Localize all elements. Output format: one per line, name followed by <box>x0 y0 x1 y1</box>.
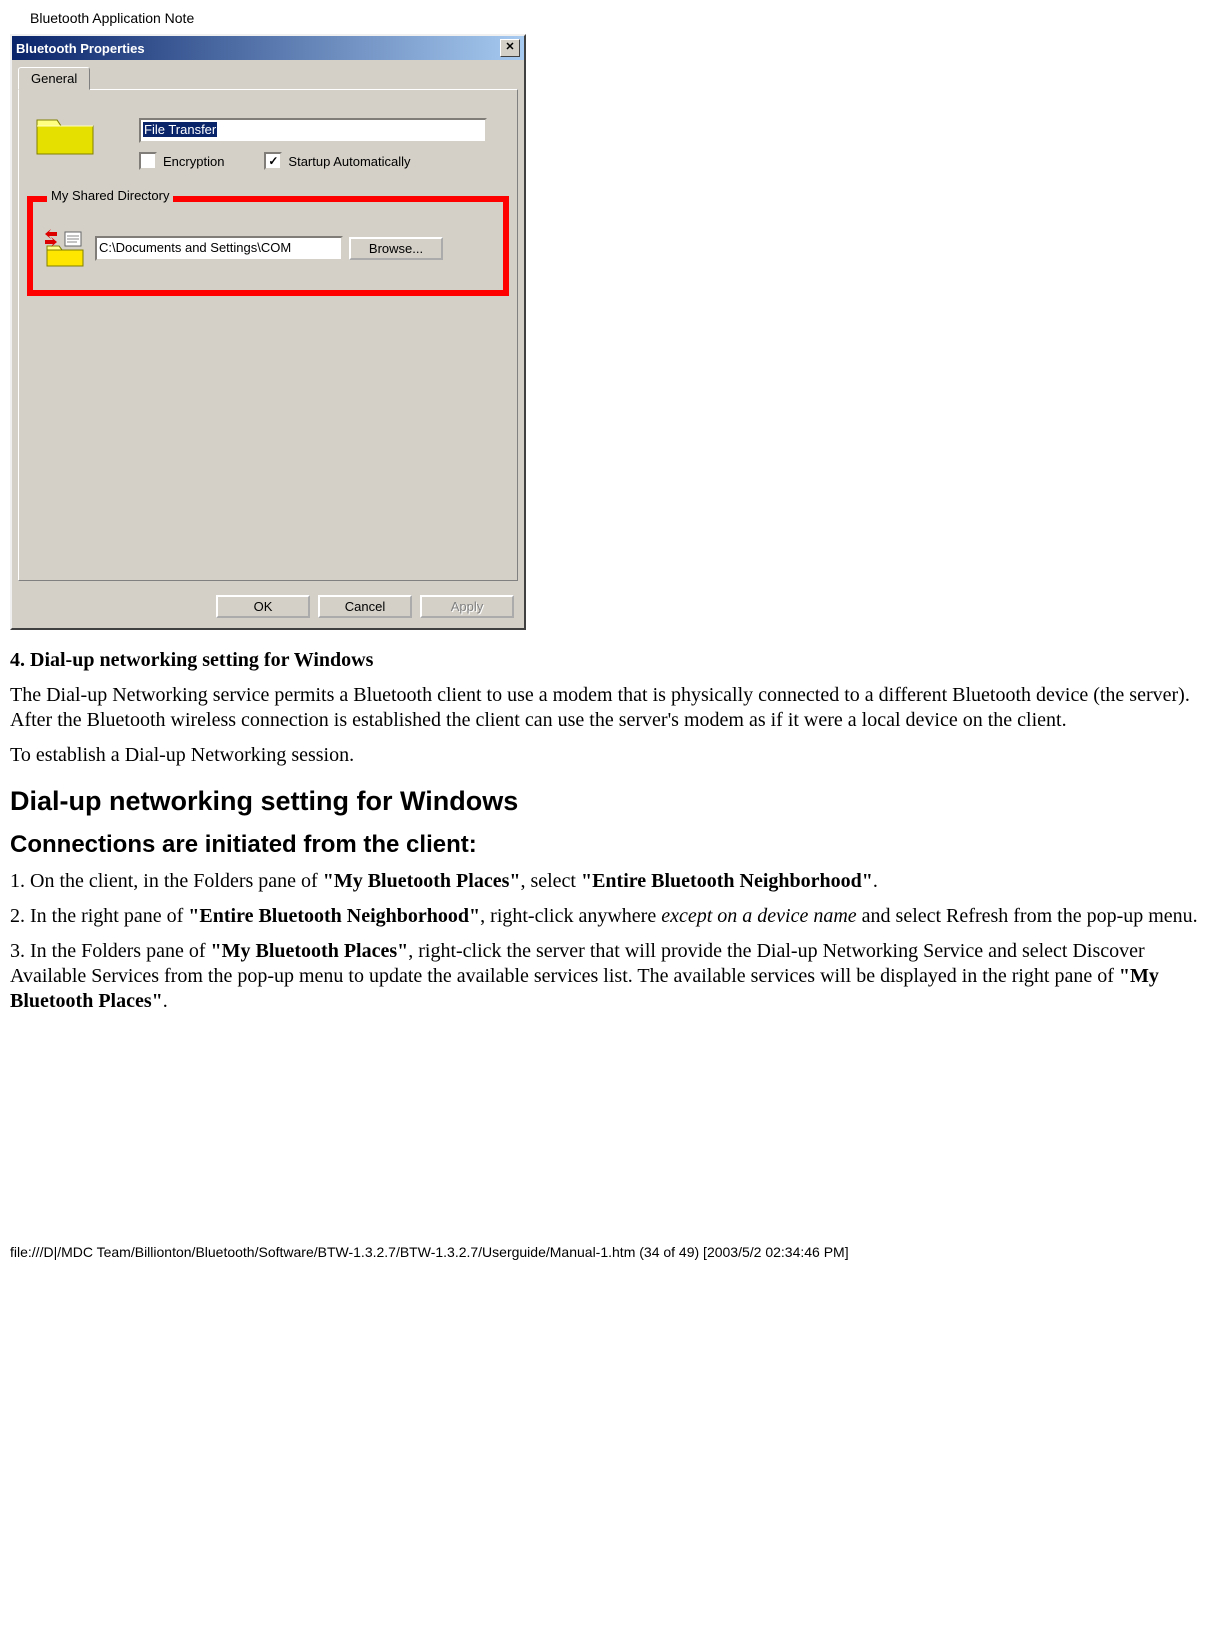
heading-h3: Connections are initiated from the clien… <box>10 831 1217 859</box>
dialog-title: Bluetooth Properties <box>16 41 145 56</box>
step-2: 2. In the right pane of "Entire Bluetoot… <box>10 904 1217 929</box>
checkbox-icon <box>139 152 157 170</box>
startup-checkbox[interactable]: ✓ Startup Automatically <box>264 152 410 170</box>
bluetooth-properties-dialog: Bluetooth Properties ✕ General File Tran… <box>10 34 526 630</box>
service-name-input[interactable]: File Transfer <box>139 118 487 143</box>
encryption-checkbox[interactable]: Encryption <box>139 152 224 170</box>
paragraph: To establish a Dial-up Networking sessio… <box>10 743 1217 768</box>
section-heading: 4. Dial-up networking setting for Window… <box>10 649 373 671</box>
step-3: 3. In the Folders pane of "My Bluetooth … <box>10 939 1217 1014</box>
folder-icon <box>35 110 97 156</box>
tab-strip: General <box>12 60 524 89</box>
heading-h2: Dial-up networking setting for Windows <box>10 786 1217 817</box>
text: 3. In the Folders pane of <box>10 940 211 962</box>
paragraph: The Dial-up Networking service permits a… <box>10 683 1217 733</box>
shared-folder-icon <box>43 228 89 268</box>
fieldset-legend: My Shared Directory <box>47 188 173 203</box>
text: 2. In the right pane of <box>10 905 188 927</box>
checkbox-row: Encryption ✓ Startup Automatically <box>139 152 411 170</box>
text: . <box>163 990 168 1012</box>
page-header: Bluetooth Application Note <box>30 10 1217 26</box>
footer-file-path: file:///D|/MDC Team/Billionton/Bluetooth… <box>10 1244 1217 1260</box>
checkbox-icon: ✓ <box>264 152 282 170</box>
encryption-label: Encryption <box>163 154 224 169</box>
tab-panel-general: File Transfer Encryption ✓ Startup Autom… <box>18 89 518 581</box>
startup-label: Startup Automatically <box>288 154 410 169</box>
italic: except on a device name <box>661 905 856 927</box>
step-1: 1. On the client, in the Folders pane of… <box>10 869 1217 894</box>
apply-button[interactable]: Apply <box>420 595 514 618</box>
shared-path-input[interactable]: C:\Documents and Settings\COM <box>95 236 343 261</box>
dialog-button-row: OK Cancel Apply <box>12 587 524 628</box>
bold: "Entire Bluetooth Neighborhood" <box>581 870 873 892</box>
tab-general[interactable]: General <box>18 67 90 90</box>
text: , right-click anywhere <box>480 905 661 927</box>
text: and select Refresh from the pop-up menu. <box>857 905 1198 927</box>
text: , select <box>520 870 581 892</box>
bold: "Entire Bluetooth Neighborhood" <box>188 905 480 927</box>
service-name-value: File Transfer <box>143 122 217 137</box>
text: 1. On the client, in the Folders pane of <box>10 870 323 892</box>
titlebar: Bluetooth Properties ✕ <box>12 36 524 60</box>
shared-directory-fieldset: My Shared Directory C:\Documents and Set… <box>27 196 509 296</box>
browse-button[interactable]: Browse... <box>349 237 443 260</box>
document-body: 4. Dial-up networking setting for Window… <box>10 648 1217 1014</box>
cancel-button[interactable]: Cancel <box>318 595 412 618</box>
bold: "My Bluetooth Places" <box>211 940 409 962</box>
ok-button[interactable]: OK <box>216 595 310 618</box>
close-icon[interactable]: ✕ <box>500 39 520 57</box>
bold: "My Bluetooth Places" <box>323 870 521 892</box>
text: . <box>873 870 878 892</box>
